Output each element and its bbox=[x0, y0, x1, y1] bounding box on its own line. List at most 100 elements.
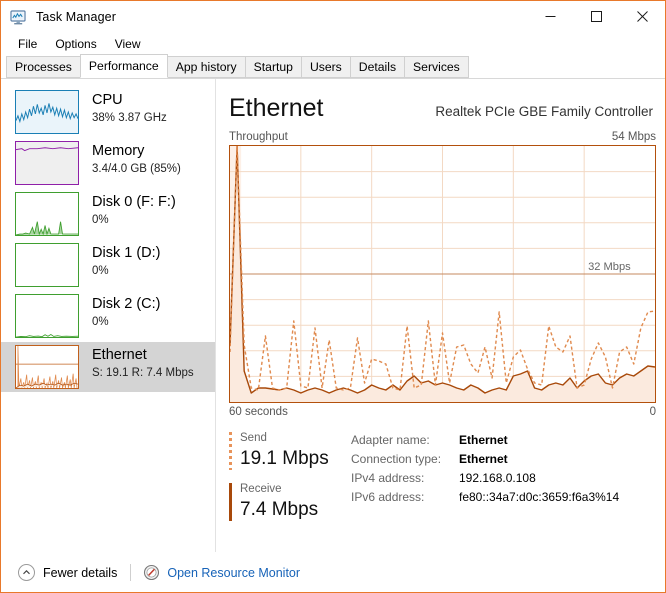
adapter-model-label: Realtek PCIe GBE Family Controller bbox=[435, 104, 653, 119]
close-icon bbox=[636, 11, 648, 22]
throughput-chart: 32 Mbps bbox=[229, 145, 656, 403]
info-key: IPv6 address: bbox=[351, 490, 425, 504]
sidebar-item-memory[interactable]: Memory 3.4/4.0 GB (85%) bbox=[1, 138, 216, 188]
sidebar-text-memory: Memory 3.4/4.0 GB (85%) bbox=[92, 141, 181, 177]
tab-users[interactable]: Users bbox=[300, 56, 351, 78]
sidebar-item-detail: 38% 3.87 GHz bbox=[92, 112, 167, 124]
chart-top-labels: Throughput 54 Mbps bbox=[229, 131, 656, 143]
sidebar-item-detail: 0% bbox=[92, 316, 109, 328]
disk1-thumbnail-graph bbox=[15, 243, 79, 287]
sidebar-item-detail: S: 19.1 R: 7.4 Mbps bbox=[92, 367, 194, 379]
open-resource-monitor-link[interactable]: Open Resource Monitor bbox=[143, 564, 300, 581]
chart-timespan-label: 60 seconds bbox=[229, 406, 288, 418]
tab-details[interactable]: Details bbox=[349, 56, 406, 78]
sidebar-item-label: Disk 0 (F: F:) bbox=[92, 194, 176, 210]
info-key: IPv4 address: bbox=[351, 471, 425, 485]
sidebar-item-disk-0[interactable]: Disk 0 (F: F:) 0% bbox=[1, 189, 216, 239]
receive-color-marker bbox=[229, 483, 232, 521]
fewer-details-label: Fewer details bbox=[43, 565, 118, 580]
send-label: Send bbox=[240, 432, 267, 444]
close-button[interactable] bbox=[619, 1, 665, 32]
chevron-up-circle-icon bbox=[18, 564, 35, 581]
sidebar-text-disk-2: Disk 2 (C:) 0% bbox=[92, 294, 160, 330]
receive-label: Receive bbox=[240, 483, 282, 495]
title-bar: Task Manager bbox=[1, 1, 665, 33]
sidebar-item-detail: 0% bbox=[92, 265, 109, 277]
throughput-chart-svg: 32 Mbps bbox=[230, 146, 655, 402]
tab-startup[interactable]: Startup bbox=[244, 56, 302, 78]
sidebar-text-cpu: CPU 38% 3.87 GHz bbox=[92, 90, 167, 126]
info-value: fe80::34a7:d0c:3659:f6a3%14 bbox=[459, 490, 620, 504]
task-manager-window: Task Manager File Options View Processes… bbox=[0, 0, 666, 593]
cpu-thumbnail-graph bbox=[15, 90, 79, 134]
minimize-button[interactable] bbox=[527, 1, 573, 32]
window-title: Task Manager bbox=[36, 10, 117, 24]
info-row-ipv4-address: IPv4 address: 192.168.0.108 bbox=[351, 469, 656, 488]
tab-services[interactable]: Services bbox=[404, 56, 469, 78]
disk2-thumbnail-graph bbox=[15, 294, 79, 338]
info-key: Adapter name: bbox=[351, 433, 430, 447]
ethernet-thumbnail-graph bbox=[15, 345, 79, 389]
receive-stat: Receive 7.4 Mbps bbox=[229, 481, 347, 523]
sidebar-item-label: Ethernet bbox=[92, 347, 147, 363]
tab-bar: Processes Performance App history Startu… bbox=[1, 54, 665, 79]
disk0-thumbnail-graph bbox=[15, 192, 79, 236]
tab-app-history[interactable]: App history bbox=[166, 56, 246, 78]
sidebar-item-cpu[interactable]: CPU 38% 3.87 GHz bbox=[1, 87, 216, 137]
chart-bottom-labels: 60 seconds 0 bbox=[229, 406, 656, 418]
window-controls bbox=[527, 1, 665, 32]
performance-detail-panel: Ethernet Realtek PCIe GBE Family Control… bbox=[216, 79, 665, 552]
menu-item-options[interactable]: Options bbox=[46, 35, 105, 53]
send-color-marker bbox=[229, 432, 232, 470]
open-resource-monitor-label: Open Resource Monitor bbox=[167, 565, 301, 580]
info-value: 192.168.0.108 bbox=[459, 471, 536, 485]
maximize-button[interactable] bbox=[573, 1, 619, 32]
send-stat: Send 19.1 Mbps bbox=[229, 430, 347, 472]
sidebar-item-disk-1[interactable]: Disk 1 (D:) 0% bbox=[1, 240, 216, 290]
resource-monitor-icon bbox=[143, 564, 160, 581]
resource-sidebar: CPU 38% 3.87 GHz Memory 3.4/4.0 GB (85%) bbox=[1, 79, 216, 552]
sidebar-item-label: Memory bbox=[92, 143, 145, 159]
throughput-stats-column: Send 19.1 Mbps Receive 7.4 Mbps bbox=[229, 430, 347, 532]
menu-item-file[interactable]: File bbox=[9, 35, 46, 53]
menu-item-view[interactable]: View bbox=[106, 35, 150, 53]
stats-area: Send 19.1 Mbps Receive 7.4 Mbps Adapter … bbox=[229, 430, 656, 532]
panel-header: Ethernet Realtek PCIe GBE Family Control… bbox=[229, 93, 656, 123]
sidebar-item-label: Disk 1 (D:) bbox=[92, 245, 161, 261]
maximize-icon bbox=[590, 11, 602, 22]
content-body: CPU 38% 3.87 GHz Memory 3.4/4.0 GB (85%) bbox=[1, 79, 665, 552]
send-value: 19.1 Mbps bbox=[240, 448, 329, 469]
fewer-details-button[interactable]: Fewer details bbox=[18, 564, 117, 581]
adapter-info-grid: Adapter name: Ethernet Connection type: … bbox=[347, 430, 656, 532]
receive-value: 7.4 Mbps bbox=[240, 499, 319, 520]
chart-reference-label: 32 Mbps bbox=[588, 261, 631, 273]
sidebar-item-label: Disk 2 (C:) bbox=[92, 296, 161, 312]
sidebar-scrollbar[interactable] bbox=[210, 79, 215, 552]
sidebar-item-detail: 0% bbox=[92, 214, 109, 226]
sidebar-item-ethernet[interactable]: Ethernet S: 19.1 R: 7.4 Mbps bbox=[1, 342, 216, 392]
chart-title-label: Throughput bbox=[229, 131, 288, 143]
chart-zero-label: 0 bbox=[649, 406, 656, 418]
info-row-adapter-name: Adapter name: Ethernet bbox=[351, 431, 656, 450]
sidebar-text-ethernet: Ethernet S: 19.1 R: 7.4 Mbps bbox=[92, 345, 194, 381]
sidebar-item-disk-2[interactable]: Disk 2 (C:) 0% bbox=[1, 291, 216, 341]
memory-thumbnail-graph bbox=[15, 141, 79, 185]
task-manager-icon bbox=[10, 9, 27, 26]
menu-bar: File Options View bbox=[1, 33, 665, 55]
sidebar-text-disk-0: Disk 0 (F: F:) 0% bbox=[92, 192, 176, 228]
page-title: Ethernet bbox=[229, 94, 324, 122]
status-bar: Fewer details Open Resource Monitor bbox=[1, 552, 665, 592]
chart-max-label: 54 Mbps bbox=[611, 131, 656, 143]
info-row-connection-type: Connection type: Ethernet bbox=[351, 450, 656, 469]
minimize-icon bbox=[545, 16, 555, 17]
tab-performance[interactable]: Performance bbox=[79, 54, 168, 78]
status-separator bbox=[130, 564, 132, 581]
info-value: Ethernet bbox=[459, 433, 508, 447]
info-key: Connection type: bbox=[351, 452, 442, 466]
sidebar-item-label: CPU bbox=[92, 92, 123, 108]
info-row-ipv6-address: IPv6 address: fe80::34a7:d0c:3659:f6a3%1… bbox=[351, 488, 656, 507]
info-value: Ethernet bbox=[459, 452, 508, 466]
tab-processes[interactable]: Processes bbox=[6, 56, 81, 78]
sidebar-text-disk-1: Disk 1 (D:) 0% bbox=[92, 243, 160, 279]
sidebar-item-detail: 3.4/4.0 GB (85%) bbox=[92, 163, 181, 175]
